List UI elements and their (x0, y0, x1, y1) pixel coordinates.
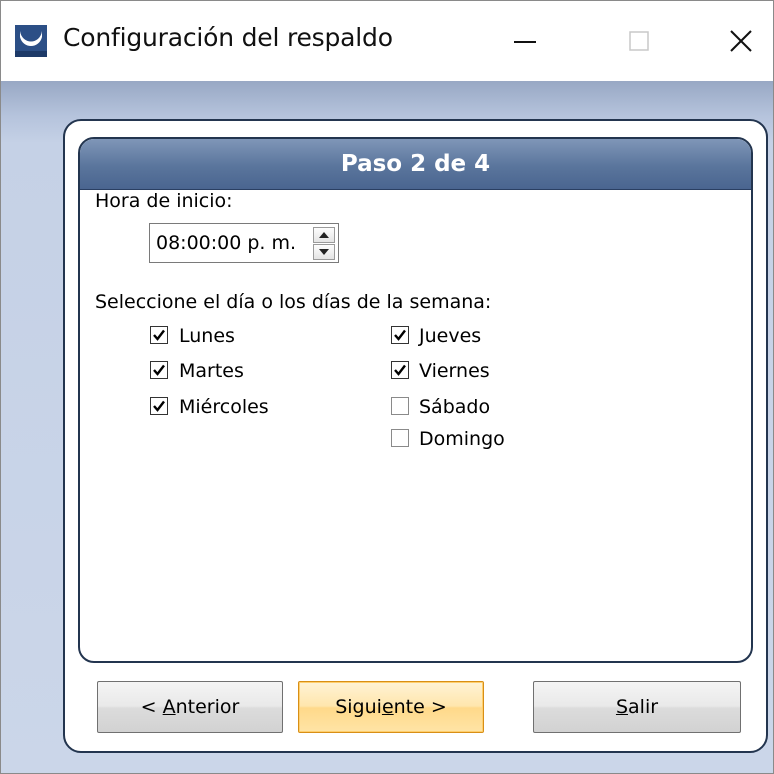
maximize-button[interactable] (611, 19, 667, 63)
arrow-down-icon (319, 249, 329, 255)
close-button[interactable] (713, 19, 769, 63)
checkbox-jueves[interactable] (391, 326, 409, 344)
checkmark-icon (153, 364, 165, 376)
checkbox-viernes[interactable] (391, 361, 409, 379)
app-logo-icon (15, 25, 47, 57)
checkbox-label-lunes[interactable]: Lunes (179, 325, 235, 347)
checkbox-sabado[interactable] (391, 397, 409, 415)
checkbox-label-viernes[interactable]: Viernes (419, 360, 490, 382)
start-time-picker[interactable]: 08:00:00 p. m. (149, 223, 339, 263)
minimize-button[interactable] (497, 19, 553, 63)
start-time-value[interactable]: 08:00:00 p. m. (156, 232, 296, 254)
time-up-button[interactable] (313, 227, 335, 243)
checkbox-label-martes[interactable]: Martes (179, 360, 244, 382)
checkbox-label-sabado[interactable]: Sábado (419, 396, 490, 418)
step-title: Paso 2 de 4 (340, 151, 491, 177)
checkmark-icon (394, 329, 406, 341)
checkbox-lunes[interactable] (150, 326, 168, 344)
minimize-icon (514, 41, 536, 43)
time-down-button[interactable] (313, 244, 335, 260)
checkbox-label-miercoles[interactable]: Miércoles (179, 396, 269, 418)
arrow-up-icon (319, 232, 329, 238)
title-bar[interactable]: Configuración del respaldo (1, 1, 773, 81)
checkmark-icon (153, 329, 165, 341)
next-button[interactable]: Siguiente > (298, 681, 484, 733)
checkmark-icon (394, 364, 406, 376)
step-header: Paso 2 de 4 (80, 139, 751, 190)
checkbox-martes[interactable] (150, 361, 168, 379)
checkbox-label-jueves[interactable]: Jueves (419, 325, 481, 347)
checkmark-icon (153, 400, 165, 412)
window-title: Configuración del respaldo (63, 23, 393, 52)
back-button[interactable]: < Anterior (97, 681, 283, 733)
close-icon (730, 30, 752, 52)
maximize-icon (629, 31, 649, 51)
exit-button[interactable]: Salir (533, 681, 741, 733)
start-time-label: Hora de inicio: (95, 190, 233, 212)
next-button-label: Siguiente > (335, 696, 447, 718)
back-button-label: < Anterior (140, 696, 240, 718)
days-label: Seleccione el día o los días de la seman… (95, 291, 492, 313)
backup-config-window: Configuración del respaldo Paso 2 de 4 H… (0, 0, 774, 774)
checkbox-domingo[interactable] (391, 429, 409, 447)
checkbox-label-domingo[interactable]: Domingo (419, 428, 505, 450)
exit-button-label: Salir (615, 696, 659, 718)
checkbox-miercoles[interactable] (150, 397, 168, 415)
